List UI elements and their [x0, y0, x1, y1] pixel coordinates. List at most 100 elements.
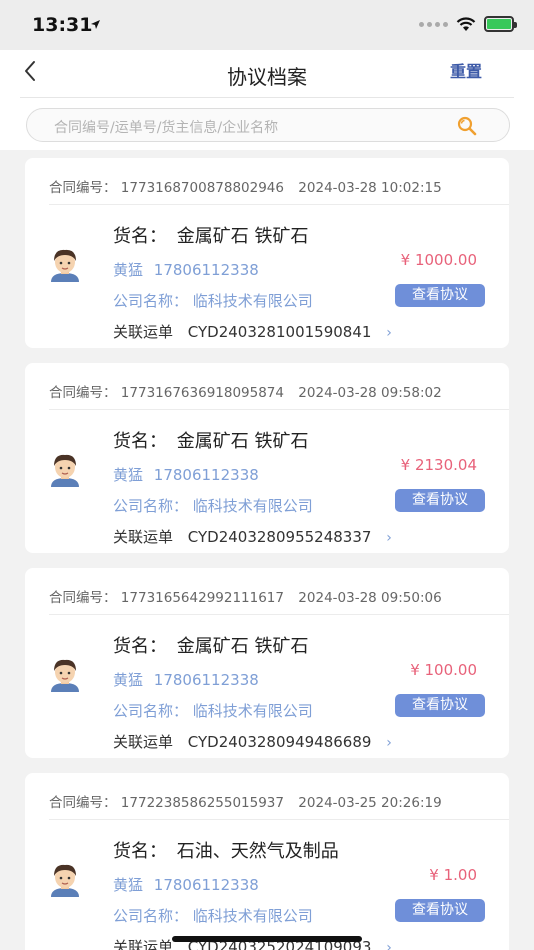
wifi-icon [456, 16, 476, 31]
related-waybill-link[interactable]: 关联运单 CYD2403280955248337 › [113, 526, 392, 547]
goods-label: 货名： [113, 226, 167, 247]
goods-label: 货名： [113, 431, 167, 452]
goods-value: 金属矿石 铁矿石 [176, 431, 309, 452]
goods-label: 货名： [113, 841, 167, 862]
reset-button[interactable]: 重置 [450, 58, 482, 82]
contract-date: 2024-03-25 20:26:19 [298, 795, 442, 811]
company-name: 临科技术有限公司 [192, 292, 313, 310]
contact-phone[interactable]: 17806112338 [154, 261, 259, 279]
search-placeholder: 合同编号/运单号/货主信息/企业名称 [54, 120, 279, 136]
card-divider [49, 614, 509, 615]
signal-dots-icon [419, 21, 448, 27]
status-time: 13:31 [32, 14, 93, 36]
waybill-label: 关联运单 [113, 733, 174, 751]
avatar-icon [51, 864, 79, 897]
goods-value: 金属矿石 铁矿石 [176, 636, 309, 657]
contact-name: 黄猛 [113, 876, 144, 894]
contact-info: 黄猛 17806112338 [113, 669, 259, 690]
waybill-label: 关联运单 [113, 938, 174, 950]
price: ¥ 2130.04 [400, 456, 477, 474]
status-bar: 13:31 [0, 0, 534, 50]
search-icon[interactable] [457, 116, 477, 136]
company-name: 临科技术有限公司 [192, 702, 313, 720]
waybill-label: 关联运单 [113, 323, 174, 341]
company-info: 公司名称： 临科技术有限公司 [113, 905, 313, 926]
related-waybill-link[interactable]: 关联运单 CYD2403281001590841 › [113, 321, 392, 342]
battery-icon [484, 16, 517, 32]
contract-card[interactable]: 合同编号： 1773168700878802946 2024-03-28 10:… [25, 158, 509, 348]
goods-value: 石油、天然气及制品 [176, 841, 339, 862]
contract-card[interactable]: 合同编号： 1772238586255015937 2024-03-25 20:… [25, 773, 509, 950]
card-divider [49, 819, 509, 820]
waybill-number: CYD2403280955248337 [187, 528, 372, 546]
goods-name: 货名： 金属矿石 铁矿石 [113, 222, 308, 248]
waybill-number: CYD2403280949486689 [187, 733, 372, 751]
contract-header: 合同编号： 1773165642992111617 2024-03-28 09:… [49, 586, 442, 606]
contract-header: 合同编号： 1772238586255015937 2024-03-25 20:… [49, 791, 442, 811]
contract-no-label: 合同编号： [49, 590, 117, 606]
view-agreement-button[interactable]: 查看协议 [395, 284, 485, 307]
company-info: 公司名称： 临科技术有限公司 [113, 290, 313, 311]
contact-phone[interactable]: 17806112338 [154, 876, 259, 894]
price: ¥ 100.00 [410, 661, 477, 679]
chevron-right-icon: › [386, 325, 392, 341]
nav-bar: 协议档案 重置 [0, 50, 534, 98]
contract-no-label: 合同编号： [49, 385, 117, 401]
waybill-number: CYD2403281001590841 [187, 323, 372, 341]
contract-no: 1773165642992111617 [120, 590, 284, 606]
related-waybill-link[interactable]: 关联运单 CYD2403280949486689 › [113, 731, 392, 752]
contract-card[interactable]: 合同编号： 1773167636918095874 2024-03-28 09:… [25, 363, 509, 553]
contract-no: 1772238586255015937 [120, 795, 284, 811]
company-label: 公司名称： [113, 702, 189, 720]
contact-name: 黄猛 [113, 261, 144, 279]
search-input[interactable]: 合同编号/运单号/货主信息/企业名称 [26, 108, 510, 142]
contact-name: 黄猛 [113, 466, 144, 484]
waybill-label: 关联运单 [113, 528, 174, 546]
contact-phone[interactable]: 17806112338 [154, 671, 259, 689]
goods-label: 货名： [113, 636, 167, 657]
goods-name: 货名： 石油、天然气及制品 [113, 837, 339, 863]
avatar-icon [51, 659, 79, 692]
avatar-icon [51, 454, 79, 487]
company-name: 临科技术有限公司 [192, 497, 313, 515]
contact-name: 黄猛 [113, 671, 144, 689]
contact-info: 黄猛 17806112338 [113, 259, 259, 280]
contract-date: 2024-03-28 10:02:15 [298, 180, 442, 196]
avatar-icon [51, 249, 79, 282]
price: ¥ 1000.00 [400, 251, 477, 269]
view-agreement-button[interactable]: 查看协议 [395, 694, 485, 717]
contact-phone[interactable]: 17806112338 [154, 466, 259, 484]
contract-header: 合同编号： 1773167636918095874 2024-03-28 09:… [49, 381, 442, 401]
contact-info: 黄猛 17806112338 [113, 464, 259, 485]
company-info: 公司名称： 临科技术有限公司 [113, 700, 313, 721]
view-agreement-button[interactable]: 查看协议 [395, 489, 485, 512]
contract-no-label: 合同编号： [49, 795, 117, 811]
contract-date: 2024-03-28 09:58:02 [298, 385, 442, 401]
view-agreement-button[interactable]: 查看协议 [395, 899, 485, 922]
contract-no: 1773168700878802946 [120, 180, 284, 196]
chevron-right-icon: › [386, 530, 392, 546]
contract-no: 1773167636918095874 [120, 385, 284, 401]
company-label: 公司名称： [113, 497, 189, 515]
company-label: 公司名称： [113, 292, 189, 310]
home-indicator [172, 936, 362, 942]
contract-date: 2024-03-28 09:50:06 [298, 590, 442, 606]
status-icons [419, 16, 517, 32]
location-arrow-icon [91, 20, 100, 29]
search-area: 合同编号/运单号/货主信息/企业名称 [0, 98, 534, 150]
contract-card[interactable]: 合同编号： 1773165642992111617 2024-03-28 09:… [25, 568, 509, 758]
goods-name: 货名： 金属矿石 铁矿石 [113, 632, 308, 658]
card-divider [49, 204, 509, 205]
chevron-right-icon: › [386, 735, 392, 751]
company-name: 临科技术有限公司 [192, 907, 313, 925]
chevron-right-icon: › [386, 940, 392, 950]
company-info: 公司名称： 临科技术有限公司 [113, 495, 313, 516]
price: ¥ 1.00 [429, 866, 477, 884]
company-label: 公司名称： [113, 907, 189, 925]
contract-no-label: 合同编号： [49, 180, 117, 196]
contract-header: 合同编号： 1773168700878802946 2024-03-28 10:… [49, 176, 442, 196]
goods-value: 金属矿石 铁矿石 [176, 226, 309, 247]
card-divider [49, 409, 509, 410]
contact-info: 黄猛 17806112338 [113, 874, 259, 895]
goods-name: 货名： 金属矿石 铁矿石 [113, 427, 308, 453]
